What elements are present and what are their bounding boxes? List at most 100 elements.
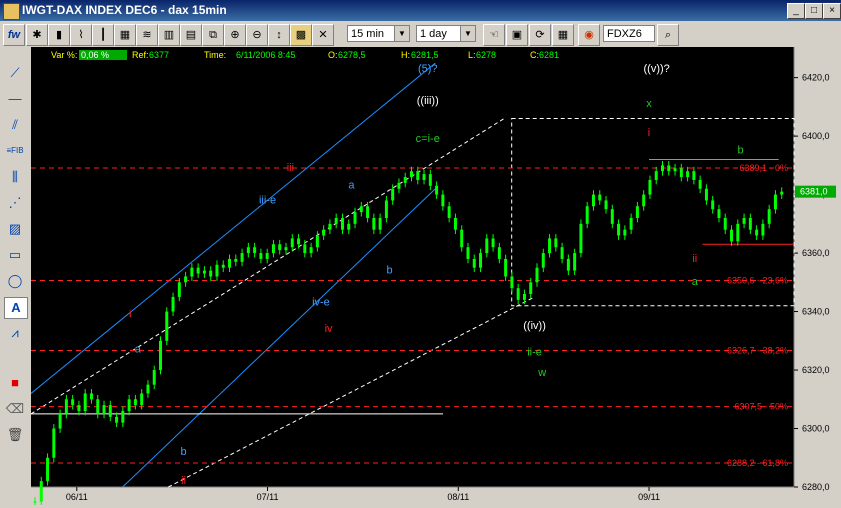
scale-icon[interactable]: ↕	[268, 24, 290, 46]
candle-body	[686, 171, 690, 178]
table-icon[interactable]: ▦	[552, 24, 574, 46]
color-picker-icon[interactable]: ■	[4, 373, 26, 393]
trash-icon[interactable]: 🗑	[4, 425, 26, 445]
candle-body	[566, 258, 570, 271]
price-chart[interactable]: 6420,06400,06380,06360,06340,06320,06300…	[30, 47, 841, 507]
interval-select[interactable]: 15 min ▼	[347, 25, 410, 42]
candle-body	[171, 296, 175, 312]
time-value: 6/11/2006 8:45	[236, 50, 296, 60]
candle-body	[422, 174, 426, 180]
wave-label: ((iv))	[523, 320, 546, 332]
candle-body	[730, 229, 734, 242]
candle-body	[692, 171, 696, 180]
candle-body	[240, 253, 244, 262]
zoom-in-icon[interactable]: ⊕	[224, 24, 246, 46]
minimize-button[interactable]: _	[787, 3, 805, 19]
open-label: O:	[328, 50, 338, 60]
candle-body	[303, 244, 307, 254]
star-icon[interactable]: ✱	[26, 24, 48, 46]
symbol-input[interactable]: FDXZ6	[603, 25, 655, 42]
gann-tool-icon[interactable]: ▨	[4, 219, 26, 239]
low-label: L:	[468, 50, 476, 60]
candle-body	[491, 238, 495, 248]
compare-icon[interactable]: ⧉	[202, 24, 224, 46]
candle-body	[190, 267, 194, 277]
candle-body	[309, 247, 313, 254]
chart-svg: 6420,06400,06380,06360,06340,06320,06300…	[30, 47, 841, 507]
highlight-icon[interactable]: ▩	[290, 24, 312, 46]
candle-body	[698, 179, 702, 189]
candle-body	[598, 194, 602, 201]
candle-body	[221, 264, 225, 268]
x-tick-label: 07/11	[257, 492, 279, 502]
search-icon[interactable]: ⌕	[657, 24, 679, 46]
title-bar: IWGT-DAX INDEX DEC6 - dax 15min _ □ ×	[0, 0, 841, 21]
period-select[interactable]: 1 day ▼	[416, 25, 476, 42]
refresh-icon[interactable]: ⟳	[529, 24, 551, 46]
candle-body	[315, 235, 319, 248]
x-tick-label: 06/11	[66, 492, 88, 502]
candle-body	[328, 223, 332, 230]
grid-icon[interactable]: ▦	[114, 24, 136, 46]
candle-body	[46, 457, 50, 482]
histogram-icon[interactable]: ▥	[158, 24, 180, 46]
candle-body	[184, 276, 188, 283]
candle-body	[428, 174, 432, 186]
x-tick-label: 08/11	[447, 492, 469, 502]
fibonacci-tool-icon[interactable]: ≡FIB	[4, 141, 26, 161]
horizontal-line-tool-icon[interactable]: —	[4, 89, 26, 109]
vertical-lines-tool-icon[interactable]: ⫼	[4, 167, 26, 187]
high-value: 6281,5	[411, 50, 439, 60]
y-axis-panel	[794, 47, 841, 505]
candle-body	[353, 212, 357, 224]
fw-logo-button[interactable]: fw	[3, 24, 25, 46]
zigzag-tool-icon[interactable]: ⩘	[4, 323, 26, 343]
cross-icon[interactable]: ✕	[312, 24, 334, 46]
bars-icon[interactable]: ▮	[48, 24, 70, 46]
wave-label: b	[181, 446, 187, 458]
candle-body	[755, 229, 759, 236]
candle-body	[96, 399, 100, 414]
candle-body	[159, 340, 162, 371]
pointer-icon[interactable]: ☜	[483, 24, 505, 46]
fan-tool-icon[interactable]: ⋰	[4, 193, 26, 213]
eraser-icon[interactable]: ⌫	[4, 399, 26, 419]
var-value: 0,06 %	[79, 50, 128, 60]
candle-icon[interactable]: ┃	[92, 24, 114, 46]
x-tick-label: 09/11	[638, 492, 660, 502]
text-tool-icon[interactable]: A	[4, 297, 28, 319]
candle-body	[573, 253, 577, 271]
candle-body	[152, 370, 156, 385]
close-button[interactable]: ×	[823, 3, 841, 19]
candle-body	[410, 171, 413, 178]
globe-icon[interactable]: ◉	[578, 24, 600, 46]
candle-body	[253, 247, 257, 254]
fib-level-label: 6307,5 - 50%	[734, 402, 788, 412]
trendline-tool-icon[interactable]: ⟋	[4, 63, 26, 83]
candle-body	[102, 405, 106, 414]
candle-body	[585, 206, 589, 224]
wave-label: w	[537, 367, 546, 379]
ellipse-tool-icon[interactable]: ◯	[4, 271, 26, 291]
volume-icon[interactable]: ▤	[180, 24, 202, 46]
candle-body	[661, 165, 664, 172]
candle-body	[617, 223, 621, 236]
indicator-icon[interactable]: ≋	[136, 24, 158, 46]
candle-body	[290, 238, 294, 248]
candle-body	[679, 168, 683, 178]
fib-level-label: 6288,2 - 61,8%	[727, 458, 788, 468]
candle-body	[271, 244, 275, 254]
parallel-lines-tool-icon[interactable]: ⫽	[4, 115, 26, 135]
rectangle-tool-icon[interactable]: ▭	[4, 245, 26, 265]
candle-body	[83, 393, 87, 411]
candle-body	[522, 294, 526, 300]
candle-body	[146, 384, 150, 394]
maximize-button[interactable]: □	[805, 3, 823, 19]
candle-body	[58, 413, 62, 429]
candle-body	[196, 267, 200, 274]
save-icon[interactable]: ▣	[506, 24, 528, 46]
zoom-out-icon[interactable]: ⊖	[246, 24, 268, 46]
candle-body	[717, 209, 721, 218]
line-chart-icon[interactable]: ⌇	[70, 24, 92, 46]
candle-body	[704, 188, 708, 201]
